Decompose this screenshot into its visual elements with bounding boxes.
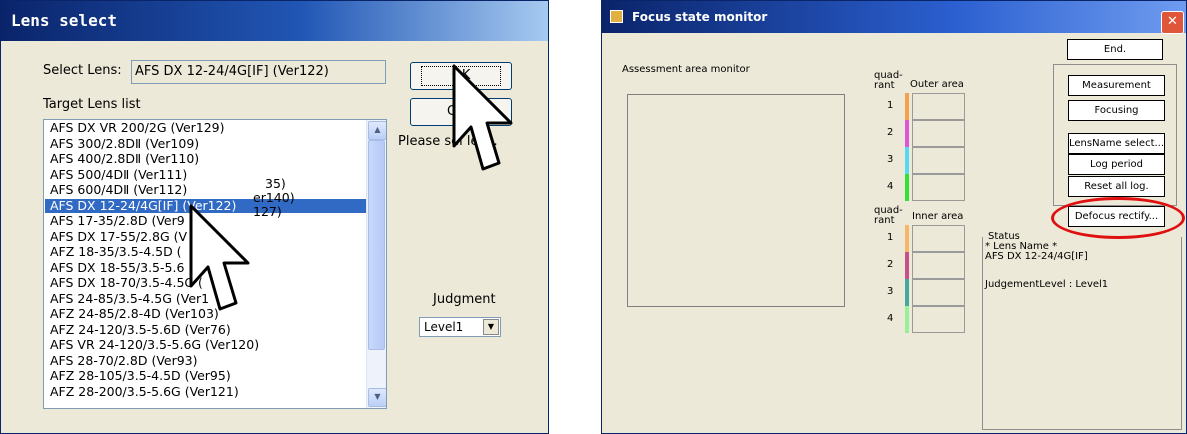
- quadrant-number: 1: [887, 232, 894, 243]
- scroll-down-button[interactable]: ▼: [368, 388, 386, 407]
- list-item[interactable]: AFS VR 24-120/3.5-5.6G (Ver120): [45, 338, 366, 352]
- inner-area-label: Inner area: [912, 211, 964, 222]
- list-item[interactable]: AFZ 28-200/3.5-5.6G (Ver121): [45, 384, 366, 399]
- quadrant-value-box: [912, 225, 965, 252]
- list-item[interactable]: AFS 28-70/2.8D (Ver93): [45, 353, 366, 368]
- quadrant-color-bar: [905, 306, 909, 333]
- focus-monitor-titlebar: Focus state monitor ✕: [602, 1, 1186, 34]
- quadrant-value-box: [912, 174, 965, 201]
- list-item-fragment: 127): [253, 204, 282, 219]
- mouse-pointer-icon: [452, 64, 513, 171]
- quadrant-value-box: [912, 147, 965, 174]
- status-group: Status * Lens Name * AFS DX 12-24/4G[IF]…: [982, 231, 1182, 430]
- list-item[interactable]: AFZ 24-120/3.5-5.6D (Ver76): [45, 322, 366, 337]
- status-line: JudgementLevel : Level1: [985, 279, 1109, 290]
- quadrant-label-outer: quad-rant: [874, 70, 903, 91]
- close-icon[interactable]: ✕: [1161, 11, 1184, 34]
- highlight-ellipse: [1051, 197, 1185, 239]
- quadrant-value-box: [912, 93, 965, 120]
- list-scrollbar[interactable]: ▲ ▼: [366, 120, 386, 408]
- quadrant-color-bar: [905, 93, 909, 120]
- list-item[interactable]: AFS DX VR 200/2G (Ver129): [45, 121, 366, 135]
- status-line: AFS DX 12-24/4G[IF]: [985, 251, 1088, 262]
- select-lens-label: Select Lens:: [43, 63, 122, 78]
- list-item-fragment: er140): [253, 190, 295, 205]
- quadrant-number: 3: [887, 154, 894, 165]
- quadrant-value-box: [912, 306, 965, 333]
- scroll-thumb[interactable]: [368, 140, 385, 350]
- end-button[interactable]: End.: [1067, 39, 1163, 60]
- focusing-button[interactable]: Focusing: [1068, 100, 1165, 121]
- quadrant-number: 4: [887, 181, 894, 192]
- list-item[interactable]: AFS 600/4DⅡ (Ver112): [45, 183, 366, 197]
- assessment-area-monitor: [627, 94, 845, 307]
- quadrant-number: 2: [887, 259, 894, 270]
- quadrant-number: 1: [887, 100, 894, 111]
- log-period-button[interactable]: Log period: [1068, 154, 1165, 175]
- lensname-select-button[interactable]: LensName select...: [1068, 133, 1165, 154]
- quadrant-color-bar: [905, 279, 909, 306]
- quadrant-value-box: [912, 252, 965, 279]
- quadrant-number: 4: [887, 313, 894, 324]
- list-item[interactable]: AFS 500/4DⅡ (Ver111): [45, 167, 366, 182]
- outer-area-label: Outer area: [910, 79, 964, 90]
- app-icon: [610, 10, 623, 23]
- target-lens-list-label: Target Lens list: [43, 97, 141, 112]
- quadrant-color-bar: [905, 225, 909, 252]
- select-lens-field: AFS DX 12-24/4G[IF] (Ver122): [131, 60, 386, 84]
- quadrant-color-bar: [905, 174, 909, 201]
- lens-select-titlebar: Lens select: [1, 1, 548, 41]
- list-item-fragment: 35): [265, 176, 286, 191]
- focus-monitor-window: Focus state monitor ✕ End. Assessment ar…: [601, 0, 1187, 434]
- scroll-up-button[interactable]: ▲: [368, 121, 386, 140]
- measurement-button[interactable]: Measurement: [1068, 75, 1165, 96]
- quadrant-label-inner: quad-rant: [874, 205, 903, 226]
- quadrant-color-bar: [905, 120, 909, 147]
- judgment-select[interactable]: Level1 ▼: [419, 317, 501, 337]
- quadrant-value-box: [912, 120, 965, 147]
- reset-all-log-button[interactable]: Reset all log.: [1068, 176, 1165, 197]
- list-item[interactable]: AFS 400/2.8DⅡ (Ver110): [45, 152, 366, 166]
- controls-group: Measurement Focusing LensName select... …: [1053, 64, 1177, 206]
- judgment-value: Level1: [424, 320, 464, 334]
- judgment-label: Judgment: [433, 292, 496, 307]
- mouse-pointer-icon: [189, 204, 250, 311]
- list-item[interactable]: AFZ 28-105/3.5-4.5D (Ver95): [45, 369, 366, 383]
- quadrant-number: 2: [887, 127, 894, 138]
- lens-select-window: Lens select Select Lens: AFS DX 12-24/4G…: [0, 0, 549, 434]
- assessment-area-label: Assessment area monitor: [622, 64, 750, 75]
- focus-monitor-title: Focus state monitor: [632, 10, 768, 24]
- quadrant-color-bar: [905, 147, 909, 174]
- quadrant-value-box: [912, 279, 965, 306]
- chevron-down-icon[interactable]: ▼: [483, 319, 499, 335]
- quadrant-color-bar: [905, 252, 909, 279]
- quadrant-number: 3: [887, 286, 894, 297]
- list-item[interactable]: AFS 300/2.8DⅡ (Ver109): [45, 136, 366, 151]
